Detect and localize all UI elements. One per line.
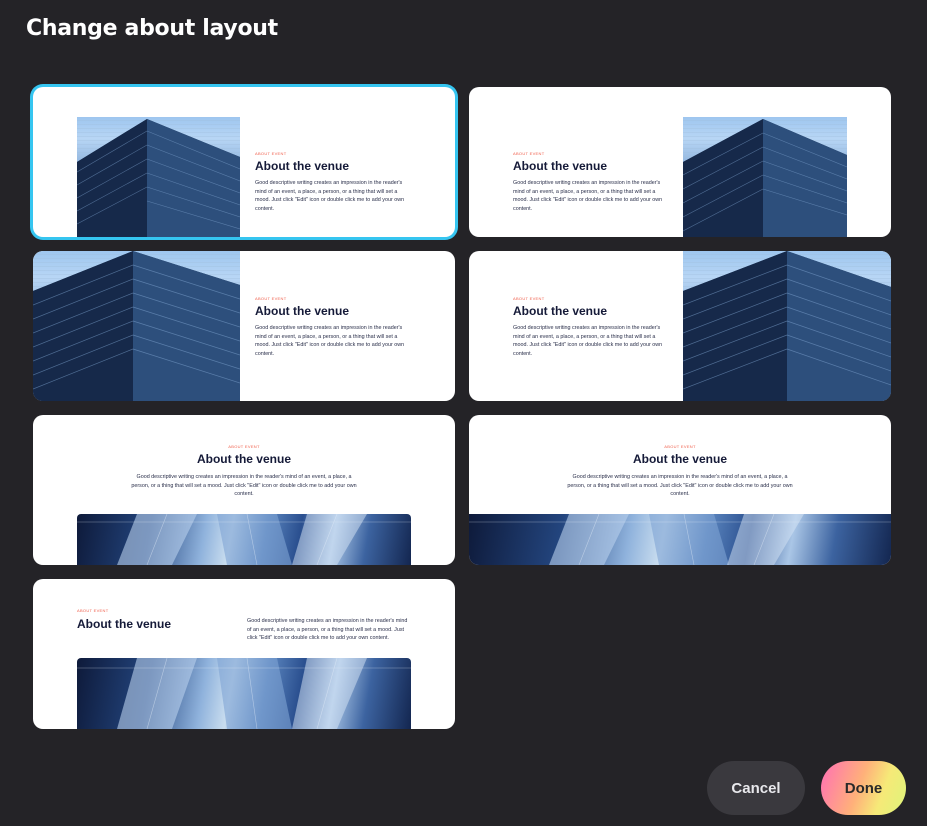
section-heading: About the venue bbox=[513, 159, 608, 173]
layout-option-text-top-image-bottom-inset[interactable]: ABOUT EVENT About the venue Good descrip… bbox=[33, 415, 455, 565]
building-image bbox=[683, 117, 847, 237]
eyebrow-label: ABOUT EVENT bbox=[255, 296, 287, 301]
building-image bbox=[683, 251, 891, 401]
glass-image bbox=[77, 658, 411, 729]
section-body: Good descriptive writing creates an impr… bbox=[513, 325, 663, 357]
done-button[interactable]: Done bbox=[821, 761, 906, 815]
section-body: Good descriptive writing creates an impr… bbox=[255, 325, 405, 357]
eyebrow-label: ABOUT EVENT bbox=[255, 151, 287, 156]
section-body: Good descriptive writing creates an impr… bbox=[131, 474, 357, 498]
eyebrow-label: ABOUT EVENT bbox=[513, 296, 545, 301]
section-body: Good descriptive writing creates an impr… bbox=[247, 618, 408, 642]
section-heading: About the venue bbox=[513, 304, 608, 318]
layout-option-text-top-image-bottom-full[interactable]: ABOUT EVENT About the venue Good descrip… bbox=[469, 415, 891, 565]
eyebrow-label: ABOUT EVENT bbox=[664, 444, 696, 449]
layout-option-image-left-full[interactable]: ABOUT EVENT About the venue Good descrip… bbox=[33, 251, 455, 401]
dialog-title: Change about layout bbox=[26, 16, 278, 41]
layout-option-image-left-inset[interactable]: ABOUT EVENT About the venue Good descrip… bbox=[33, 87, 455, 237]
layout-option-image-right-full[interactable]: ABOUT EVENT About the venue Good descrip… bbox=[469, 251, 891, 401]
section-body: Good descriptive writing creates an impr… bbox=[255, 180, 405, 212]
section-body: Good descriptive writing creates an impr… bbox=[567, 474, 793, 498]
section-heading: About the venue bbox=[77, 617, 172, 631]
layout-option-image-right-inset[interactable]: ABOUT EVENT About the venue Good descrip… bbox=[469, 87, 891, 237]
section-heading: About the venue bbox=[632, 452, 727, 466]
eyebrow-label: ABOUT EVENT bbox=[228, 444, 260, 449]
building-image bbox=[33, 251, 240, 401]
glass-image bbox=[77, 514, 411, 565]
section-heading: About the venue bbox=[255, 304, 350, 318]
section-heading: About the venue bbox=[255, 159, 350, 173]
section-body: Good descriptive writing creates an impr… bbox=[513, 180, 663, 212]
section-heading: About the venue bbox=[196, 452, 291, 466]
cancel-button[interactable]: Cancel bbox=[707, 761, 805, 815]
layout-option-split-text-image-bottom[interactable]: ABOUT EVENT About the venue Good descrip… bbox=[33, 579, 455, 729]
eyebrow-label: ABOUT EVENT bbox=[513, 151, 545, 156]
glass-image bbox=[469, 514, 891, 565]
building-image bbox=[77, 117, 240, 237]
eyebrow-label: ABOUT EVENT bbox=[77, 608, 109, 613]
